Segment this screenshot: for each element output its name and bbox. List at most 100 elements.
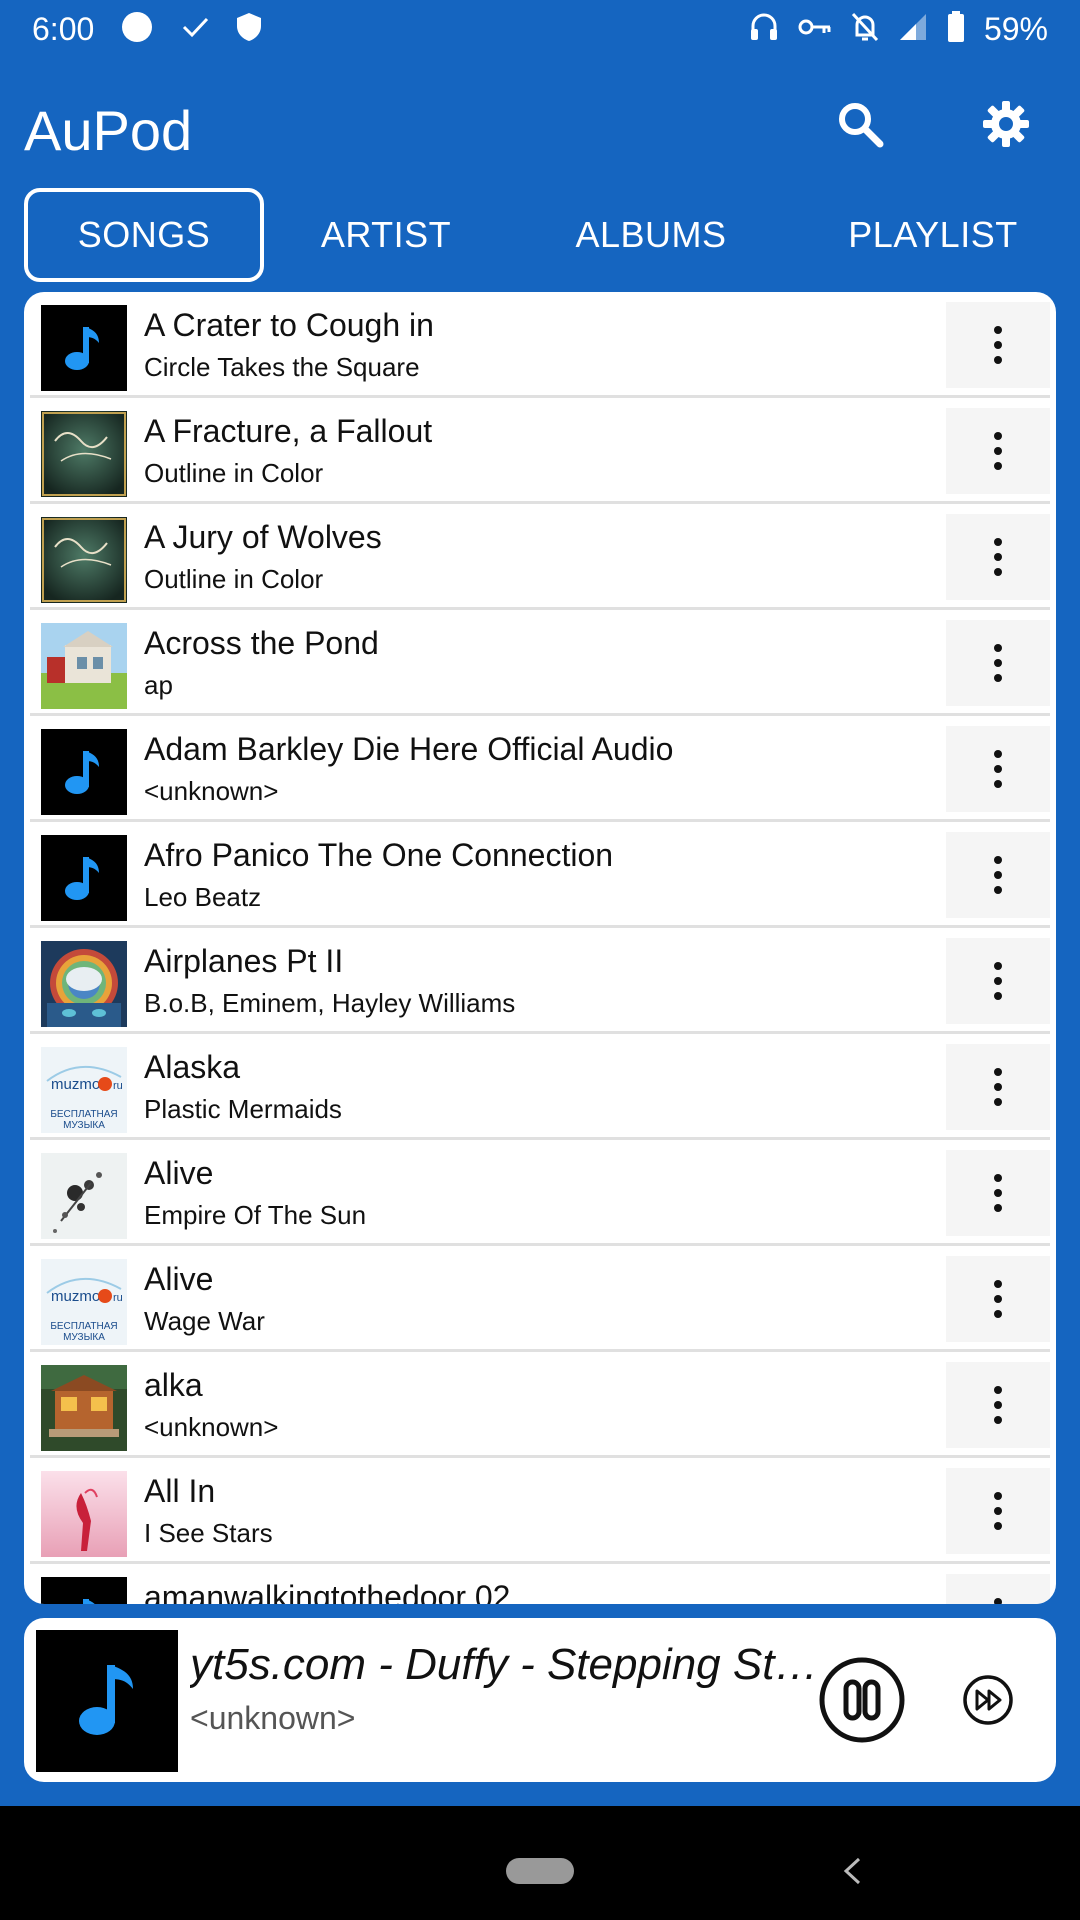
svg-text:БЕСПЛАТНАЯ: БЕСПЛАТНАЯ	[50, 1321, 117, 1332]
song-list: A Crater to Cough in Circle Takes the Squ…	[24, 292, 1056, 1604]
more-options-button[interactable]	[946, 1468, 1050, 1554]
more-vert-icon	[994, 1386, 1002, 1424]
song-row[interactable]: A Fracture, a Fallout Outline in Color	[30, 398, 1050, 504]
more-vert-icon	[994, 1174, 1002, 1212]
more-options-button[interactable]	[946, 1362, 1050, 1448]
check-icon	[180, 12, 210, 47]
tab-albums[interactable]: ALBUMS	[536, 188, 766, 282]
back-arrow-icon	[843, 1857, 861, 1885]
album-art: muzmo ru БЕСПЛАТНАЯ МУЗЫКА	[41, 1047, 127, 1133]
album-art	[41, 1577, 127, 1604]
more-options-button[interactable]	[946, 1574, 1050, 1604]
now-playing-title: yt5s.com - Duffy - Stepping Stone	[190, 1640, 820, 1689]
more-options-button[interactable]	[946, 514, 1050, 600]
song-title: Adam Barkley Die Here Official Audio	[144, 731, 674, 767]
song-artist: Plastic Mermaids	[144, 1094, 342, 1124]
notifications-off-icon	[850, 11, 880, 48]
song-row[interactable]: A Jury of Wolves Outline in Color	[30, 504, 1050, 610]
fast-forward-button[interactable]	[962, 1674, 1014, 1726]
shield-icon	[236, 12, 262, 47]
song-title: alka	[144, 1367, 203, 1403]
album-art	[41, 941, 127, 1027]
muzmo-brand-text: muzmo	[51, 1076, 100, 1093]
song-title: Across the Pond	[144, 625, 379, 661]
more-options-button[interactable]	[946, 620, 1050, 706]
song-title: A Crater to Cough in	[144, 307, 434, 343]
app-title: AuPod	[24, 99, 193, 162]
song-artist: Circle Takes the Square	[144, 352, 420, 382]
song-row[interactable]: Across the Pond ap	[30, 610, 1050, 716]
back-button[interactable]	[834, 1848, 870, 1894]
more-options-button[interactable]	[946, 726, 1050, 812]
more-vert-icon	[994, 1598, 1002, 1604]
more-options-button[interactable]	[946, 302, 1050, 388]
album-art: muzmo ru БЕСПЛАТНАЯ МУЗЫКА	[41, 1259, 127, 1345]
more-vert-icon	[994, 962, 1002, 1000]
pause-icon	[818, 1657, 906, 1748]
svg-text:ru: ru	[113, 1292, 123, 1304]
muzmo-brand-text: muzmo	[51, 1288, 100, 1305]
fast-forward-icon	[962, 1675, 1014, 1730]
headphones-icon	[748, 11, 780, 48]
song-artist: <unknown>	[144, 1412, 279, 1442]
more-vert-icon	[994, 432, 1002, 470]
more-options-button[interactable]	[946, 1044, 1050, 1130]
song-title: Alive	[144, 1155, 214, 1191]
song-row[interactable]: muzmo ru БЕСПЛАТНАЯ МУЗЫКА Alaska Plastic Mer…	[30, 1034, 1050, 1140]
svg-text:МУЗЫКА: МУЗЫКА	[63, 1332, 105, 1343]
more-vert-icon	[994, 644, 1002, 682]
svg-text:БЕСПЛАТНАЯ: БЕСПЛАТНАЯ	[50, 1109, 117, 1120]
song-row[interactable]: alka <unknown>	[30, 1352, 1050, 1458]
more-vert-icon	[994, 326, 1002, 364]
search-button[interactable]	[820, 86, 900, 166]
more-options-button[interactable]	[946, 938, 1050, 1024]
status-time: 6:00	[32, 10, 95, 47]
song-artist: Wage War	[144, 1306, 265, 1336]
song-artist: Outline in Color	[144, 564, 324, 594]
song-row[interactable]: Adam Barkley Die Here Official Audio <unk…	[30, 716, 1050, 822]
more-options-button[interactable]	[946, 1256, 1050, 1342]
app-bar: AuPod	[0, 70, 1080, 190]
more-vert-icon	[994, 538, 1002, 576]
home-button[interactable]	[506, 1858, 574, 1884]
svg-text:ru: ru	[113, 1080, 123, 1092]
vpn-key-icon	[798, 16, 832, 43]
tab-playlist[interactable]: PLAYLIST	[810, 188, 1056, 282]
tab-bar: SONGS ARTIST ALBUMS PLAYLIST	[24, 188, 1056, 282]
song-artist: Outline in Color	[144, 458, 324, 488]
song-title: A Jury of Wolves	[144, 519, 382, 555]
song-row[interactable]: muzmo ru БЕСПЛАТНАЯ МУЗЫКА Alive Wage War	[30, 1246, 1050, 1352]
settings-button[interactable]	[966, 86, 1046, 166]
song-row[interactable]: A Crater to Cough in Circle Takes the Squ…	[30, 292, 1050, 398]
more-options-button[interactable]	[946, 408, 1050, 494]
album-art	[41, 835, 127, 921]
album-art	[41, 305, 127, 391]
song-artist: <unknown>	[144, 776, 279, 806]
song-artist: Empire Of The Sun	[144, 1200, 367, 1230]
more-options-button[interactable]	[946, 832, 1050, 918]
song-row[interactable]: Afro Panico The One Connection Leo Beatz	[30, 822, 1050, 928]
album-art	[41, 1153, 127, 1239]
tab-artist[interactable]: ARTIST	[286, 188, 486, 282]
album-art	[41, 517, 127, 603]
status-bar: 6:00 59%	[0, 0, 1080, 58]
song-row[interactable]: Alive Empire Of The Sun	[30, 1140, 1050, 1246]
more-options-button[interactable]	[946, 1150, 1050, 1236]
system-nav-bar	[0, 1806, 1080, 1920]
signal-icon	[898, 12, 928, 47]
search-icon	[836, 100, 884, 153]
tab-songs[interactable]: SONGS	[24, 188, 264, 282]
more-vert-icon	[994, 750, 1002, 788]
more-vert-icon	[994, 1068, 1002, 1106]
pause-button[interactable]	[818, 1656, 906, 1744]
song-row[interactable]: Airplanes Pt II B.o.B, Eminem, Hayley Wil…	[30, 928, 1050, 1034]
music-note-icon	[77, 1661, 137, 1742]
song-row[interactable]: All In I See Stars	[30, 1458, 1050, 1564]
now-playing-bar[interactable]: yt5s.com - Duffy - Stepping Stone <unkno…	[24, 1618, 1056, 1782]
battery-icon	[946, 10, 966, 49]
album-art	[41, 729, 127, 815]
more-vert-icon	[994, 1492, 1002, 1530]
song-row[interactable]: amanwalkingtothedoor 02	[30, 1564, 1050, 1604]
song-title: Afro Panico The One Connection	[144, 837, 614, 873]
more-vert-icon	[994, 856, 1002, 894]
